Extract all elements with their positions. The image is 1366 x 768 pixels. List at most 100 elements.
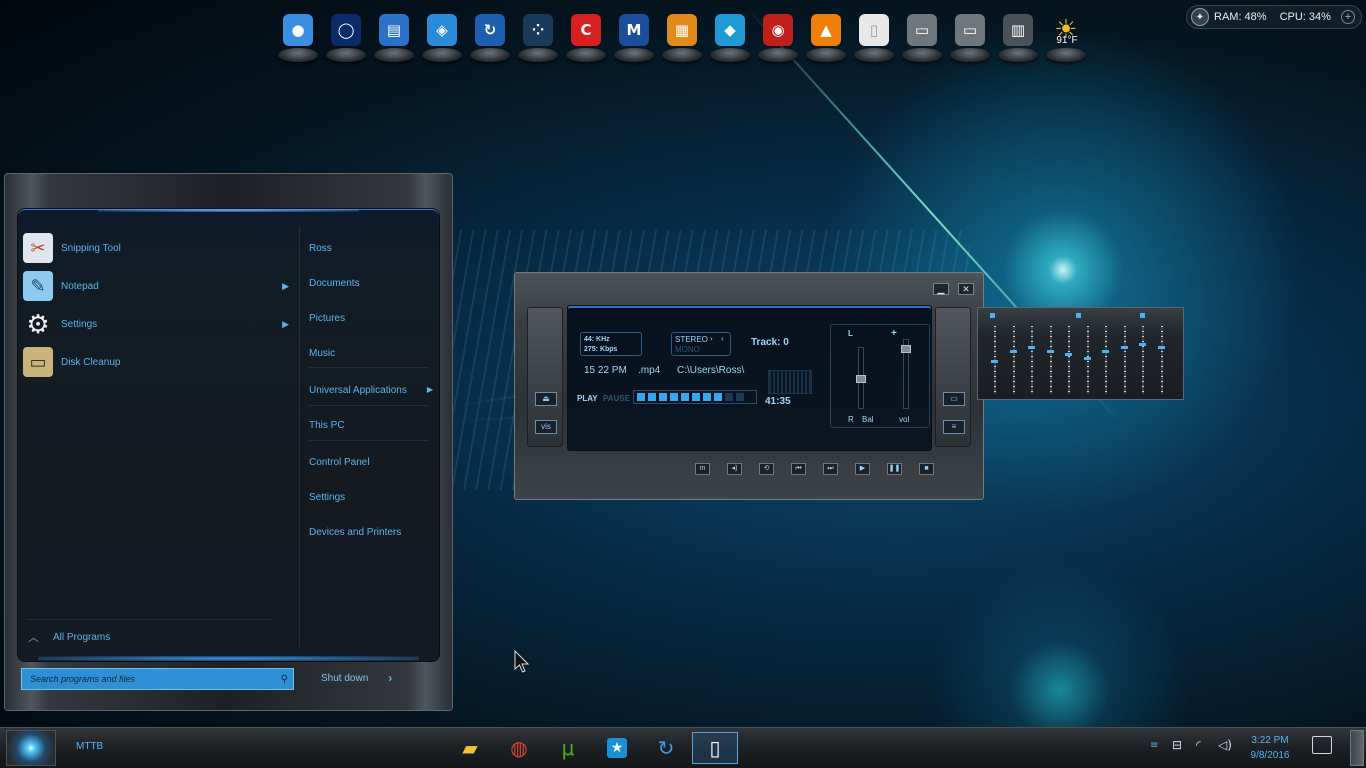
taskbar-app-app-star[interactable]: ★ — [594, 732, 640, 764]
submenu-arrow-icon[interactable]: ▶ — [282, 319, 289, 330]
eq-band-slider[interactable] — [1046, 349, 1054, 353]
place-label: Settings — [309, 492, 346, 503]
dock-app-2[interactable]: ◯ — [326, 12, 366, 62]
eq-band-slider[interactable] — [991, 360, 998, 363]
chevron-right-icon[interactable]: › — [388, 671, 392, 685]
playlist-button[interactable]: ≡ — [943, 420, 965, 434]
previous-icon[interactable]: ⏮ — [791, 463, 806, 475]
chevron-left-icon: ‹ — [721, 334, 724, 343]
dock-pedestal — [1046, 48, 1086, 62]
dock-app-malwarebytes[interactable]: M — [614, 12, 654, 62]
close-button[interactable]: ✕ — [958, 283, 974, 295]
dock-app-vlc[interactable]: ▲ — [806, 12, 846, 62]
speaker-icon[interactable]: ◂) — [727, 463, 742, 475]
stop-icon[interactable]: ■ — [919, 463, 934, 475]
submenu-arrow-icon[interactable]: ▶ — [282, 281, 289, 292]
submenu-arrow-icon[interactable]: ▶ — [427, 385, 433, 396]
dock-app-diamond[interactable]: ◆ — [710, 12, 750, 62]
vis-button[interactable]: vis — [535, 420, 557, 434]
eq-band-slider[interactable] — [1120, 346, 1128, 350]
plus-icon[interactable]: + — [1341, 10, 1355, 24]
eq-band — [1049, 326, 1052, 394]
balance-slider[interactable] — [856, 375, 866, 383]
eq-preset-marker[interactable] — [1140, 313, 1145, 318]
shutdown-button[interactable]: Shut down › — [321, 671, 392, 685]
search-box[interactable]: ⚲ — [21, 668, 294, 690]
program-item[interactable]: ⚙ Settings ▶ — [23, 307, 293, 341]
all-programs-label: All Programs — [53, 631, 111, 643]
next-icon[interactable]: ⏭ — [823, 463, 838, 475]
volume-slider[interactable] — [901, 345, 911, 353]
taskbar-app-app-sync[interactable]: ↻ — [643, 732, 689, 764]
battery-plug-icon[interactable]: ⊟ — [1172, 738, 1182, 752]
program-item[interactable]: ✂ Snipping Tool — [23, 231, 293, 265]
eq-preset-marker[interactable] — [990, 313, 995, 318]
search-input[interactable] — [22, 674, 262, 684]
eq-band-slider[interactable] — [1102, 349, 1109, 353]
dock-app-6[interactable]: ⁘ — [518, 12, 558, 62]
dock-pedestal — [470, 48, 510, 62]
divider — [28, 619, 273, 620]
place-item[interactable]: Universal Applications ▶ — [309, 385, 433, 396]
volume-icon[interactable]: ◁) — [1218, 738, 1232, 752]
minimize-button[interactable]: ▁ — [933, 283, 949, 295]
play-icon[interactable]: ▶ — [855, 463, 870, 475]
place-label: This PC — [309, 420, 345, 431]
tray-overflow-icon[interactable]: ≡ — [1150, 740, 1158, 751]
dock-pedestal — [422, 48, 462, 62]
eq-band-slider[interactable] — [1083, 356, 1091, 360]
place-item[interactable]: Control Panel — [309, 457, 433, 468]
eq-preset-marker[interactable] — [1076, 313, 1081, 318]
dock-app-document[interactable]: ▯ — [854, 12, 894, 62]
program-item[interactable]: ▭ Disk Cleanup — [23, 345, 293, 379]
dock-app-eye[interactable]: ◉ — [758, 12, 798, 62]
dock-app-1[interactable]: ● — [278, 12, 318, 62]
dock-app-3[interactable]: ▤ — [374, 12, 414, 62]
taskbar-app-utorrent[interactable]: μ — [545, 732, 591, 764]
dock-app-5[interactable]: ↻ — [470, 12, 510, 62]
progress-bar[interactable] — [633, 390, 757, 404]
dock-app-4[interactable]: ◈ — [422, 12, 462, 62]
pane-divider — [299, 227, 300, 647]
eq-band-slider[interactable] — [1065, 353, 1072, 357]
dock-app-ccleaner[interactable]: C — [566, 12, 606, 62]
show-desktop-button[interactable] — [1350, 730, 1364, 766]
eject-button[interactable]: ⏏ — [535, 392, 557, 406]
dock-app-avg[interactable]: ▦ — [662, 12, 702, 62]
dock-app-trash[interactable]: ▥ — [998, 12, 1038, 62]
dock-app-drive-2[interactable]: ▭ — [950, 12, 990, 62]
program-item[interactable]: ✎ Notepad ▶ — [23, 269, 293, 303]
taskbar-app-file-explorer[interactable]: ▰ — [447, 732, 493, 764]
progress-segment — [681, 393, 689, 401]
eq-band-slider[interactable] — [1139, 343, 1146, 346]
place-item[interactable]: Settings — [309, 492, 433, 503]
dock-app-weather[interactable]: ☀ 91°F — [1046, 12, 1086, 62]
eq-band-slider[interactable] — [1028, 346, 1035, 350]
start-button[interactable] — [6, 730, 56, 766]
search-icon[interactable]: ⚲ — [281, 674, 288, 685]
repeat-icon[interactable]: ⟲ — [759, 463, 774, 475]
action-center-icon[interactable] — [1312, 736, 1332, 754]
mini-mode-button[interactable]: ▭ — [943, 392, 965, 406]
place-item[interactable]: Documents — [309, 278, 433, 289]
wifi-icon[interactable]: ◜ — [1196, 738, 1201, 752]
taskbar-app-blank-document[interactable]: ▯ — [692, 732, 738, 764]
dock-app-drive-1[interactable]: ▭ — [902, 12, 942, 62]
place-item[interactable]: Ross — [309, 243, 433, 254]
place-item[interactable]: Devices and Printers — [309, 527, 433, 538]
clock[interactable]: 3:22 PM 9/8/2016 — [1244, 733, 1296, 763]
broom-icon[interactable]: ✦ — [1191, 8, 1209, 26]
all-programs-button[interactable]: ︿ All Programs — [28, 629, 110, 645]
place-item[interactable]: This PC — [309, 420, 433, 431]
menu-button[interactable]: m — [695, 463, 710, 475]
eq-band-slider[interactable] — [1157, 346, 1165, 350]
eq-band-slider[interactable] — [1009, 349, 1017, 353]
place-item[interactable]: Music — [309, 348, 433, 359]
pause-icon[interactable]: ❚❚ — [887, 463, 902, 475]
ring-icon: ◯ — [331, 14, 361, 46]
place-label: Devices and Printers — [309, 527, 402, 538]
taskbar-app-chrome[interactable]: ◍ — [496, 732, 542, 764]
progress-segment — [648, 393, 656, 401]
place-item[interactable]: Pictures — [309, 313, 433, 324]
gear-icon: ⚙ — [26, 308, 50, 339]
